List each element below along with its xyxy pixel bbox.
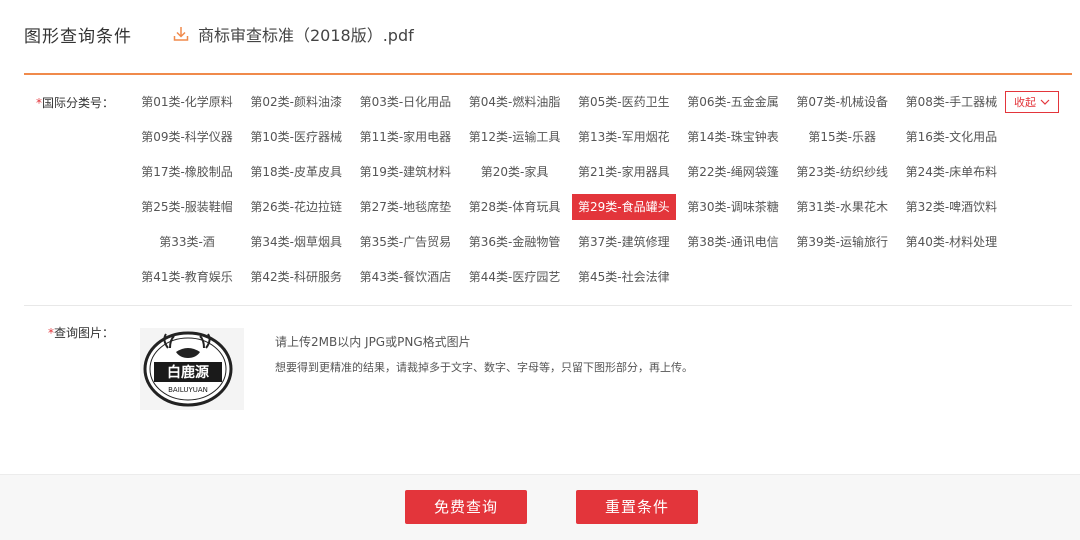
class-item[interactable]: 第07类-机械设备	[790, 89, 894, 115]
upload-tip: 想要得到更精准的结果，请裁掉多于文字、数字、字母等，只留下图形部分，再上传。	[275, 361, 693, 374]
class-item[interactable]: 第33类-酒	[135, 229, 239, 255]
class-item[interactable]: 第22类-绳网袋篷	[681, 159, 785, 185]
class-item[interactable]: 第29类-食品罐头	[571, 194, 676, 220]
chevron-down-icon	[1040, 99, 1050, 105]
action-bar: 免费查询 重置条件	[0, 474, 1080, 540]
pdf-download-link[interactable]: 商标审查标准（2018版）.pdf	[172, 22, 414, 46]
section-divider	[24, 305, 1072, 306]
image-query-label: *查询图片：	[48, 326, 115, 340]
uploaded-image-thumbnail[interactable]: 白鹿源 BAILUYUAN	[140, 328, 244, 410]
class-item[interactable]: 第40类-材料处理	[899, 229, 1003, 255]
free-search-button[interactable]: 免费查询	[405, 490, 527, 524]
collapse-label: 收起	[1014, 96, 1036, 109]
class-item[interactable]: 第06类-五金金属	[681, 89, 785, 115]
class-item[interactable]: 第10类-医疗器械	[244, 124, 348, 150]
class-item[interactable]: 第42类-科研服务	[244, 264, 348, 290]
class-item[interactable]: 第32类-啤酒饮料	[899, 194, 1003, 220]
class-item[interactable]: 第35类-广告贸易	[353, 229, 457, 255]
class-item[interactable]: 第13类-军用烟花	[572, 124, 676, 150]
class-item[interactable]: 第18类-皮革皮具	[244, 159, 348, 185]
class-item[interactable]: 第09类-科学仪器	[135, 124, 239, 150]
page-title: 图形查询条件	[24, 27, 132, 47]
header: 图形查询条件 商标审查标准（2018版）.pdf	[0, 0, 1080, 75]
class-item[interactable]: 第14类-珠宝钟表	[681, 124, 785, 150]
upload-hint: 请上传2MB以内 JPG或PNG格式图片	[275, 335, 471, 349]
class-item[interactable]: 第43类-餐饮酒店	[353, 264, 457, 290]
class-item[interactable]: 第17类-橡胶制品	[135, 159, 239, 185]
class-item[interactable]: 第28类-体育玩具	[463, 194, 567, 220]
class-item[interactable]: 第31类-水果花木	[790, 194, 894, 220]
header-divider	[24, 73, 1072, 75]
classification-label: *国际分类号：	[36, 96, 115, 110]
class-item[interactable]: 第34类-烟草烟具	[244, 229, 348, 255]
class-item[interactable]: 第20类-家具	[463, 159, 567, 185]
class-item[interactable]: 第25类-服装鞋帽	[135, 194, 239, 220]
class-item[interactable]: 第39类-运输旅行	[790, 229, 894, 255]
class-item[interactable]: 第19类-建筑材料	[353, 159, 457, 185]
class-item[interactable]: 第44类-医疗园艺	[463, 264, 567, 290]
download-icon	[173, 27, 189, 41]
class-item[interactable]: 第04类-燃料油脂	[463, 89, 567, 115]
logo-text-cn: 白鹿源	[167, 364, 209, 381]
class-item[interactable]: 第27类-地毯席垫	[353, 194, 457, 220]
logo-text-en: BAILUYUAN	[168, 386, 208, 394]
class-item[interactable]: 第02类-颜料油漆	[244, 89, 348, 115]
class-item[interactable]: 第37类-建筑修理	[572, 229, 676, 255]
class-item[interactable]: 第05类-医药卫生	[572, 89, 676, 115]
class-item[interactable]: 第21类-家用器具	[572, 159, 676, 185]
pdf-link-label: 商标审查标准（2018版）.pdf	[198, 26, 414, 45]
class-item[interactable]: 第08类-手工器械	[899, 89, 1003, 115]
class-item[interactable]: 第26类-花边拉链	[244, 194, 348, 220]
class-item[interactable]: 第23类-纺织纱线	[790, 159, 894, 185]
class-item[interactable]: 第16类-文化用品	[899, 124, 1003, 150]
reset-button[interactable]: 重置条件	[576, 490, 698, 524]
class-item[interactable]: 第38类-通讯电信	[681, 229, 785, 255]
class-item[interactable]: 第36类-金融物管	[463, 229, 567, 255]
class-item[interactable]: 第41类-教育娱乐	[135, 264, 239, 290]
class-item[interactable]: 第15类-乐器	[790, 124, 894, 150]
class-item[interactable]: 第01类-化学原料	[135, 89, 239, 115]
class-item[interactable]: 第45类-社会法律	[572, 264, 676, 290]
class-item[interactable]: 第30类-调味茶糖	[681, 194, 785, 220]
class-item[interactable]: 第12类-运输工具	[463, 124, 567, 150]
class-item[interactable]: 第24类-床单布料	[899, 159, 1003, 185]
collapse-button[interactable]: 收起	[1005, 91, 1059, 113]
class-item[interactable]: 第11类-家用电器	[353, 124, 457, 150]
brand-logo-image: 白鹿源 BAILUYUAN	[143, 331, 233, 407]
class-item[interactable]: 第03类-日化用品	[353, 89, 457, 115]
